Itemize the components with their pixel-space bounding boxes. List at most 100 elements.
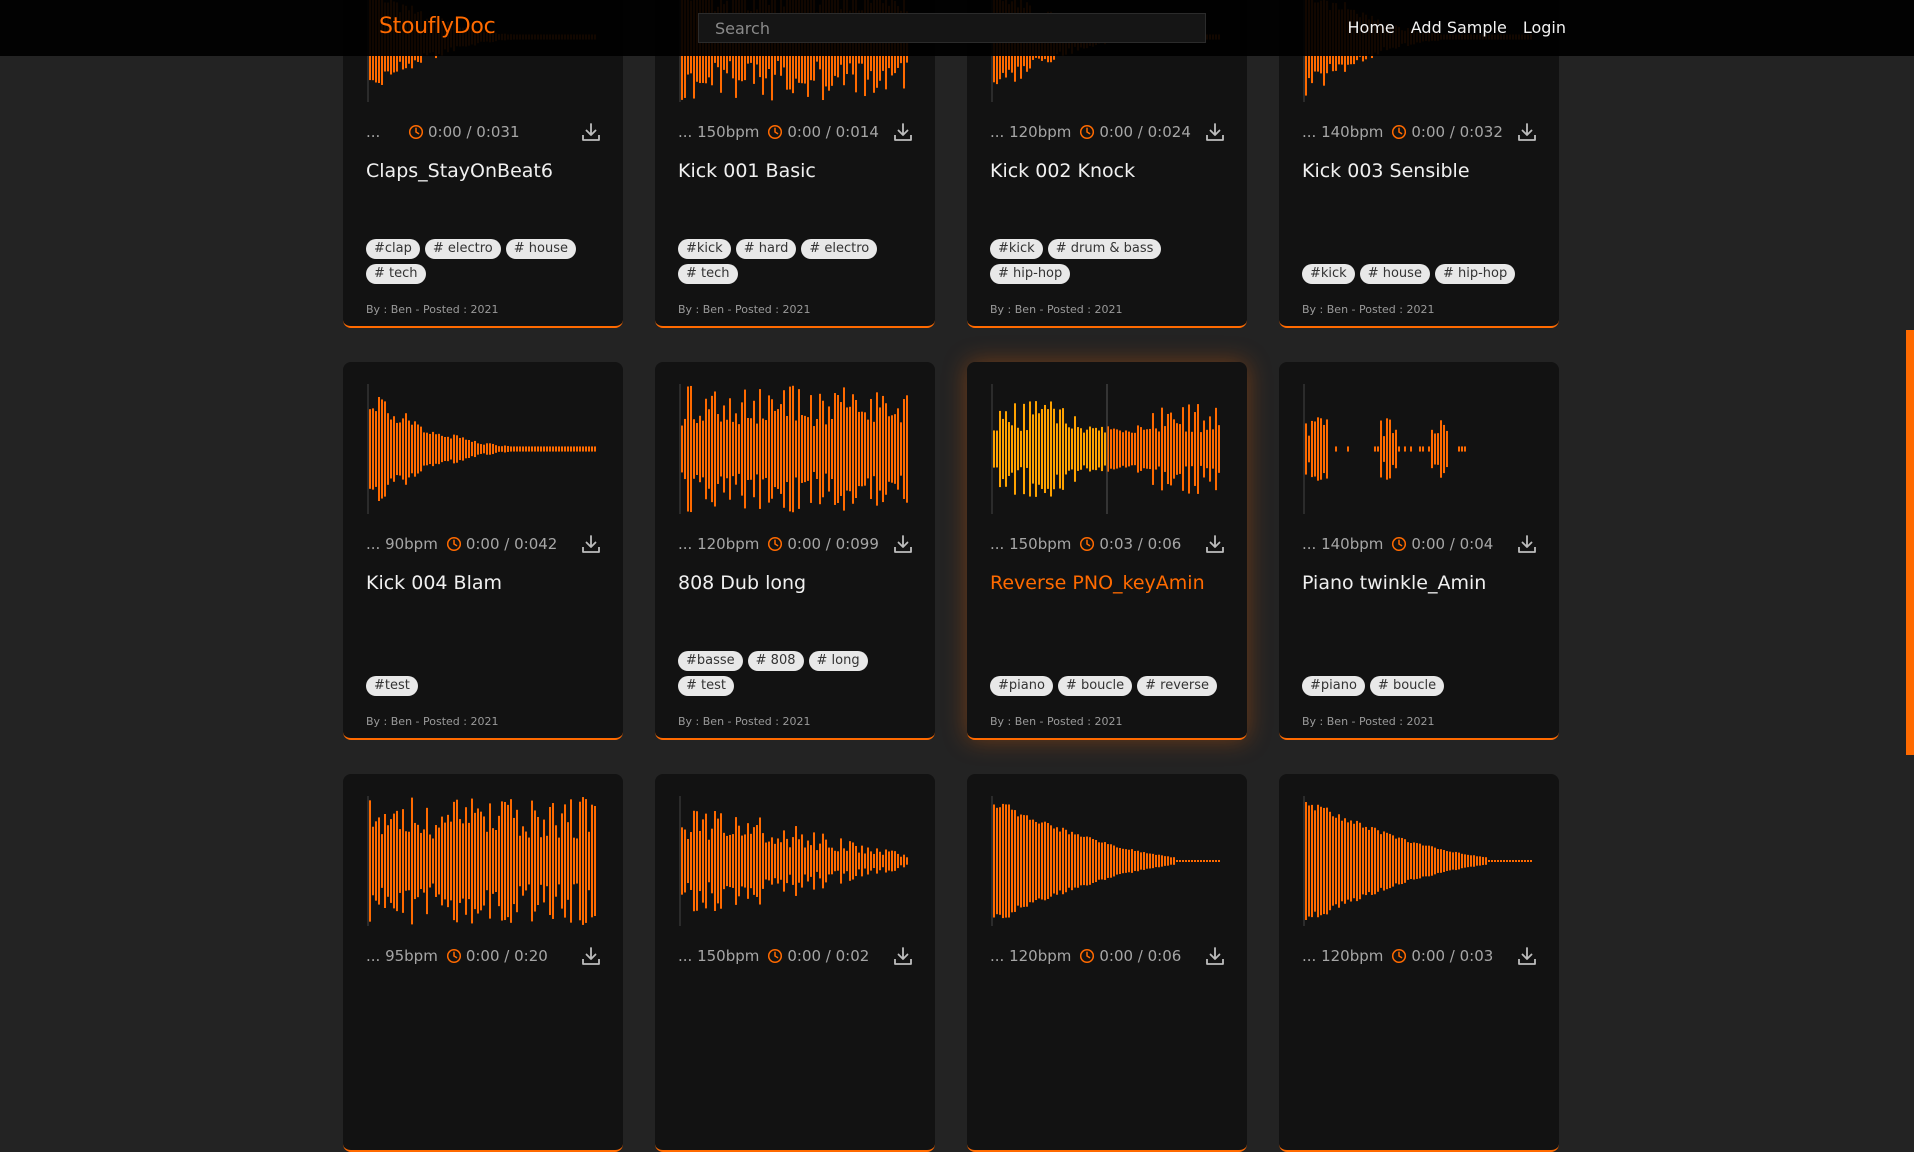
sample-title[interactable]: Kick 003 Sensible [1302,160,1470,182]
waveform-bar [1407,842,1409,880]
waveform-bar [1014,810,1016,912]
waveform-bar [828,847,830,875]
tag-chip[interactable]: #test [366,676,418,696]
waveform-bar [483,816,485,906]
waveform-bar [474,812,476,910]
sample-title[interactable]: Kick 004 Blam [366,572,502,594]
tag-chip[interactable]: # boucle [1369,676,1445,696]
nav-link-add-sample[interactable]: Add Sample [1411,18,1507,37]
tag-chip[interactable]: #clap [366,239,420,259]
tag-chip[interactable]: # test [678,676,734,696]
waveform-bar [1377,830,1379,892]
tag-chip[interactable]: #kick [1302,264,1355,284]
waveform-bar [501,446,503,452]
sample-card[interactable]: ... 150bpm 0:00 / 0:02 [655,774,935,1152]
time-display: 0:00 / 0:20 [465,947,548,965]
waveform-bar [525,446,527,452]
sample-card[interactable]: ... 95bpm 0:00 / 0:20 [343,774,623,1152]
waveform-bar [399,829,401,893]
waveform-bar [798,389,800,509]
tag-chip[interactable]: #kick [678,239,731,259]
waveform-bar [540,446,542,452]
sample-title[interactable]: 808 Dub long [678,572,806,594]
waveform-bar [1317,417,1319,481]
tag-chip[interactable]: #piano [1302,676,1365,696]
search-input[interactable] [698,13,1206,43]
download-icon[interactable] [580,121,602,143]
download-icon[interactable] [580,945,602,967]
waveform-bar [837,851,839,871]
tag-chip[interactable]: # hip-hop [990,264,1071,284]
waveform-bar [801,834,803,888]
download-icon[interactable] [892,121,914,143]
waveform-bar [1107,844,1109,878]
download-icon[interactable] [1516,121,1538,143]
waveform[interactable] [991,796,1223,926]
tag-chip[interactable]: # long [808,651,868,671]
nav-link-home[interactable]: Home [1348,18,1395,37]
sample-card[interactable]: ... 120bpm 0:00 / 0:03 [1279,774,1559,1152]
waveform-bar [834,850,836,872]
waveform[interactable] [1303,796,1535,926]
tag-chip[interactable]: #kick [990,239,1043,259]
sample-card[interactable]: ... 90bpm 0:00 / 0:042 Kick 004 Blam #test B… [343,362,623,740]
tag-chip[interactable]: # electro [801,239,878,259]
waveform-bar [1197,404,1199,494]
sample-title[interactable]: Kick 001 Basic [678,160,816,182]
waveform-bar [1053,408,1055,490]
waveform[interactable] [367,384,599,514]
waveform-bar [888,416,890,482]
brand-logo[interactable]: StouflyDoc [379,14,496,39]
tag-chip[interactable]: # tech [678,264,738,284]
sample-title[interactable]: Piano twinkle_Amin [1302,572,1486,594]
download-icon[interactable] [1204,121,1226,143]
download-icon[interactable] [1516,945,1538,967]
download-icon[interactable] [892,945,914,967]
waveform[interactable] [991,384,1223,514]
tag-chip[interactable]: #basse [678,651,743,671]
sample-card[interactable]: ... 120bpm 0:00 / 0:099 808 Dub long #basse… [655,362,935,740]
tag-chip[interactable]: # boucle [1057,676,1133,696]
waveform-bar [1173,419,1175,479]
waveform[interactable] [679,796,911,926]
tag-chip[interactable]: # house [1359,264,1430,284]
time-display: 0:00 / 0:099 [787,535,879,553]
tag-chip[interactable]: # drum & bass [1047,239,1162,259]
waveform-bar [1113,428,1115,470]
tag-chip[interactable]: # reverse [1137,676,1218,696]
tag-chip[interactable]: # tech [366,264,426,284]
tag-chip[interactable]: # electro [424,239,501,259]
download-icon[interactable] [580,533,602,555]
sample-card[interactable]: ... 120bpm 0:00 / 0:06 [967,774,1247,1152]
download-icon[interactable] [892,533,914,555]
waveform-bar [405,831,407,891]
waveform-bar [1212,860,1214,862]
tag-chip[interactable]: # house [505,239,576,259]
waveform[interactable] [1303,384,1535,514]
sample-title[interactable]: Kick 002 Knock [990,160,1135,182]
waveform-bar [1434,433,1436,465]
download-icon[interactable] [1204,533,1226,555]
waveform-bar [1494,860,1496,862]
download-icon[interactable] [1204,945,1226,967]
tag-chip[interactable]: #piano [990,676,1053,696]
waveform-bar [486,443,488,455]
waveform[interactable] [367,796,599,926]
waveform-bar [894,414,896,484]
waveform-bar [876,848,878,874]
waveform[interactable] [679,384,911,514]
scrollbar-thumb[interactable] [1906,330,1914,755]
nav-link-login[interactable]: Login [1523,18,1566,37]
waveform-bar [1029,401,1031,497]
waveform-bar [696,423,698,475]
tag-chip[interactable]: # 808 [747,651,804,671]
waveform-bar [474,440,476,458]
sample-card[interactable]: ... 150bpm 0:03 / 0:06 Reverse PNO_keyAmin… [967,362,1247,740]
tag-chip[interactable]: # hard [735,239,797,259]
tag-chip[interactable]: # hip-hop [1434,264,1516,284]
sample-title[interactable]: Reverse PNO_keyAmin [990,572,1205,594]
download-icon[interactable] [1516,533,1538,555]
sample-title[interactable]: Claps_StayOnBeat6 [366,160,553,182]
sample-card[interactable]: ... 140bpm 0:00 / 0:04 Piano twinkle_Amin #… [1279,362,1559,740]
waveform-bar [1002,803,1004,919]
